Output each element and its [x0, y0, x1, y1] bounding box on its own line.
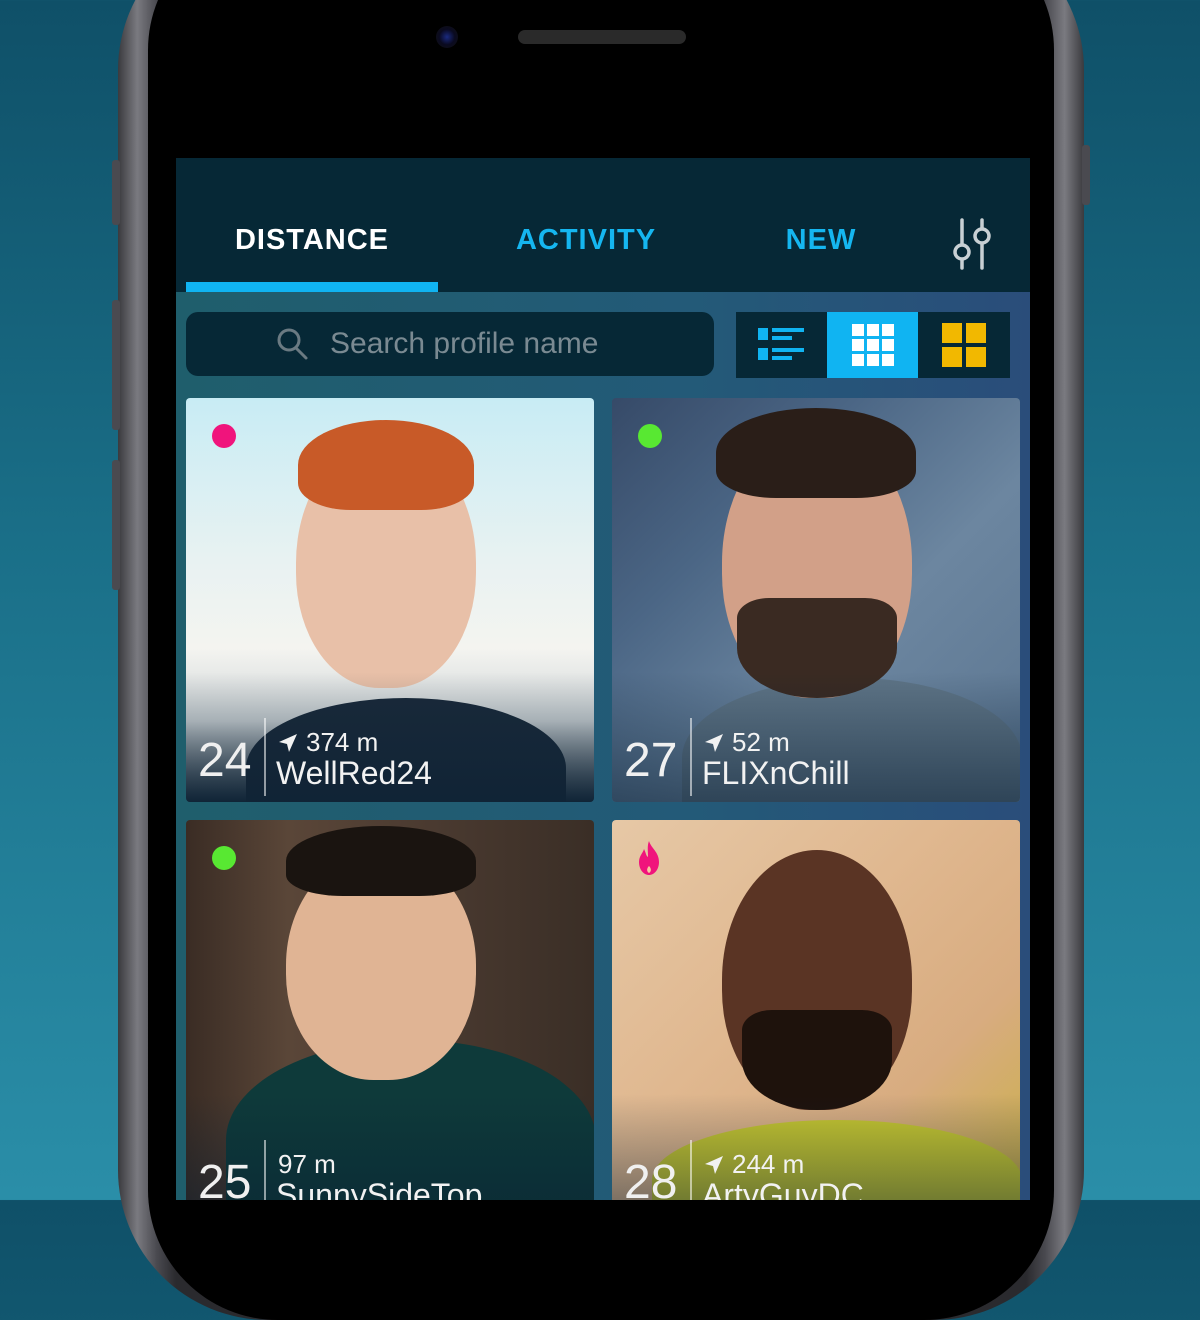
- location-arrow-icon: [279, 733, 297, 752]
- distance-value: 244 m: [732, 1149, 805, 1179]
- sliders-icon[interactable]: [948, 216, 996, 272]
- flame-icon: [639, 841, 659, 875]
- profile-username: SunnySideTop: [276, 1177, 483, 1200]
- view-mode-toggle: [736, 312, 1010, 378]
- tab-bar: DISTANCE ACTIVITY NEW: [176, 158, 1030, 292]
- search-input[interactable]: [328, 326, 692, 362]
- status-dot-online: [212, 846, 236, 870]
- status-dot-online: [638, 424, 662, 448]
- divider: [264, 1140, 266, 1200]
- profile-distance: 374 m: [278, 727, 378, 758]
- search-icon: [277, 328, 308, 360]
- active-tab-indicator: [186, 282, 438, 292]
- divider: [690, 718, 692, 796]
- profile-card[interactable]: 25 97 m SunnySideTop: [186, 820, 594, 1200]
- profile-distance: 52 m: [704, 727, 790, 758]
- profile-age: 25: [198, 1156, 252, 1200]
- divider: [690, 1140, 692, 1200]
- volume-up-button: [112, 300, 120, 430]
- profile-card[interactable]: 27 52 m FLIXnChill: [612, 398, 1020, 802]
- search-bar[interactable]: [186, 312, 714, 376]
- divider: [264, 718, 266, 796]
- small-grid-view-button[interactable]: [827, 312, 918, 378]
- grid-large-icon: [941, 323, 986, 367]
- profile-distance: 97 m: [278, 1149, 336, 1180]
- tab-activity[interactable]: ACTIVITY: [476, 224, 696, 264]
- profile-card[interactable]: 24 374 m WellRed24: [186, 398, 594, 802]
- tab-new[interactable]: NEW: [746, 224, 896, 264]
- distance-value: 97 m: [278, 1149, 336, 1179]
- profile-username: ArtyGuyDC: [702, 1177, 864, 1200]
- distance-value: 52 m: [732, 727, 790, 757]
- tab-distance[interactable]: DISTANCE: [186, 224, 438, 264]
- distance-value: 374 m: [306, 727, 379, 757]
- location-arrow-icon: [705, 733, 723, 752]
- location-arrow-icon: [705, 1155, 723, 1174]
- power-button: [1082, 145, 1090, 205]
- status-dot-pink: [212, 424, 236, 448]
- profile-username: FLIXnChill: [702, 755, 850, 791]
- profile-card[interactable]: 28 244 m ArtyGuyDC: [612, 820, 1020, 1200]
- list-view-button[interactable]: [736, 312, 827, 378]
- large-grid-view-button[interactable]: [918, 312, 1009, 378]
- profile-username: WellRed24: [276, 755, 432, 791]
- list-icon: [757, 328, 804, 360]
- earpiece-speaker: [518, 30, 686, 44]
- profile-age: 27: [624, 734, 678, 787]
- front-camera: [436, 26, 458, 48]
- profile-distance: 244 m: [704, 1149, 804, 1180]
- profile-age: 24: [198, 734, 252, 787]
- profile-age: 28: [624, 1156, 678, 1200]
- volume-down-button: [112, 460, 120, 590]
- silent-switch: [112, 160, 120, 225]
- app-screen: DISTANCE ACTIVITY NEW Search profile nam…: [176, 158, 1030, 1200]
- grid-small-icon: [851, 324, 894, 366]
